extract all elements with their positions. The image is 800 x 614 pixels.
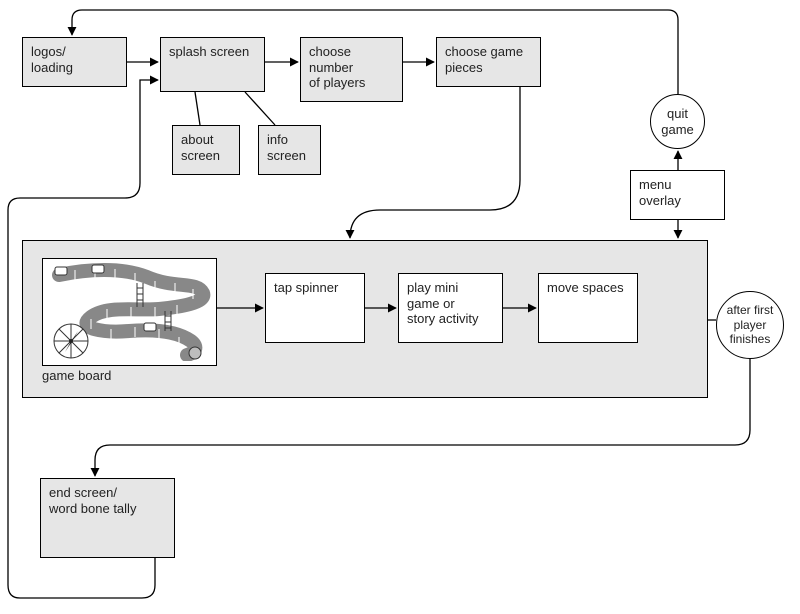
node-label: after firstplayerfinishes	[727, 303, 774, 346]
node-logos-loading: logos/loading	[22, 37, 127, 87]
node-label: quitgame	[661, 106, 694, 137]
node-play-mini: play minigame orstory activity	[398, 273, 503, 343]
node-splash-screen: splash screen	[160, 37, 265, 92]
node-label: aboutscreen	[181, 132, 220, 163]
node-choose-pieces: choose gamepieces	[436, 37, 541, 87]
node-label: play minigame orstory activity	[407, 280, 479, 326]
node-tap-spinner: tap spinner	[265, 273, 365, 343]
node-label: move spaces	[547, 280, 624, 295]
node-menu-overlay: menu overlay	[630, 170, 725, 220]
node-label: menu overlay	[639, 177, 681, 208]
node-label: end screen/word bone tally	[49, 485, 136, 516]
node-info-screen: infoscreen	[258, 125, 321, 175]
node-label: choosenumberof players	[309, 44, 365, 90]
node-quit-game: quitgame	[650, 94, 705, 149]
node-move-spaces: move spaces	[538, 273, 638, 343]
node-label: infoscreen	[267, 132, 306, 163]
caption-text: game board	[42, 368, 111, 383]
node-end-screen: end screen/word bone tally	[40, 478, 175, 558]
node-after-first-player: after firstplayerfinishes	[716, 291, 784, 359]
game-board-caption: game board	[42, 368, 111, 384]
node-about-screen: aboutscreen	[172, 125, 240, 175]
node-label: splash screen	[169, 44, 249, 59]
flow-diagram: logos/loading splash screen choosenumber…	[0, 0, 800, 614]
node-label: tap spinner	[274, 280, 338, 295]
node-label: choose gamepieces	[445, 44, 523, 75]
game-board-graphic	[47, 263, 212, 361]
node-game-board	[42, 258, 217, 366]
node-choose-number: choosenumberof players	[300, 37, 403, 102]
node-label: logos/loading	[31, 44, 73, 75]
